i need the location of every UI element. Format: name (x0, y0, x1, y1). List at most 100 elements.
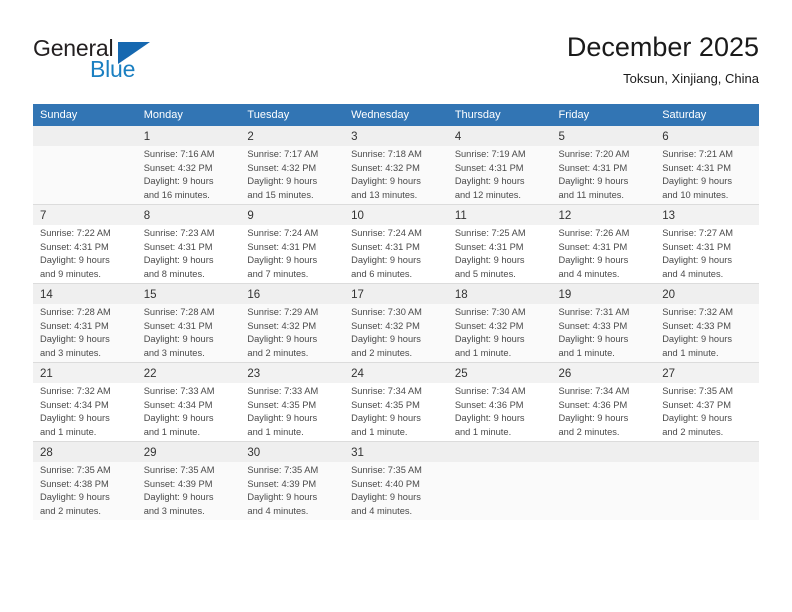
sunrise-text: Sunrise: 7:26 AM (558, 228, 630, 238)
sunset-text: Sunset: 4:38 PM (40, 478, 109, 489)
day-cell-inner: 31 Sunrise: 7:35 AM Sunset: 4:40 PM Dayligh… (344, 442, 448, 520)
day-cell-inner: 21 Sunrise: 7:32 AM Sunset: 4:34 PM Dayligh… (33, 363, 137, 441)
sunrise-text: Sunrise: 7:24 AM (351, 228, 422, 238)
calendar-day-cell[interactable]: 1 Sunrise: 7:16 AM Sunset: 4:32 PM Daylight… (136, 126, 241, 204)
daylight-text: Daylight: 9 hours (454, 334, 525, 345)
day-number: 21 (33, 363, 137, 383)
sunset-text: Sunset: 4:33 PM (558, 320, 628, 331)
sunrise-text: Sunrise: 7:18 AM (351, 149, 422, 159)
sunrise-text: Sunrise: 7:27 AM (662, 228, 734, 238)
day-number (33, 126, 137, 146)
sunrise-text: Sunrise: 7:19 AM (454, 149, 526, 159)
day-number: 16 (240, 284, 345, 304)
calendar-day-cell[interactable]: 17 Sunrise: 7:30 AM Sunset: 4:32 PM Dayligh… (344, 284, 448, 362)
daylight-text: and 1 minute. (662, 347, 719, 358)
day-number: 29 (136, 442, 241, 462)
daylight-text: and 2 minutes. (558, 426, 620, 437)
calendar-day-cell[interactable]: 3 Sunrise: 7:18 AM Sunset: 4:32 PM Daylight… (344, 126, 448, 204)
calendar-day-cell[interactable]: 29 Sunrise: 7:35 AM Sunset: 4:39 PM Dayligh… (136, 442, 241, 520)
sunset-text: Sunset: 4:36 PM (558, 399, 628, 410)
calendar-day-cell[interactable]: 2 Sunrise: 7:17 AM Sunset: 4:32 PM Daylight… (240, 126, 345, 204)
day-number: 30 (240, 442, 345, 462)
calendar-day-cell[interactable]: 16 Sunrise: 7:29 AM Sunset: 4:32 PM Dayligh… (240, 284, 345, 362)
sunrise-text: Sunrise: 7:33 AM (143, 386, 215, 396)
calendar-day-cell[interactable]: 9 Sunrise: 7:24 AM Sunset: 4:31 PM Daylight… (240, 205, 345, 283)
day-cell-inner (551, 442, 656, 520)
sunrise-text: Sunrise: 7:23 AM (143, 228, 215, 238)
daylight-text: Daylight: 9 hours (351, 334, 421, 345)
calendar-day-cell[interactable]: 24 Sunrise: 7:34 AM Sunset: 4:35 PM Dayligh… (344, 363, 448, 441)
calendar-day-cell[interactable]: 26 Sunrise: 7:34 AM Sunset: 4:36 PM Dayligh… (551, 363, 656, 441)
daylight-text: Daylight: 9 hours (662, 334, 732, 345)
day-number: 2 (240, 126, 345, 146)
daylight-text: Daylight: 9 hours (454, 255, 525, 266)
daylight-text: and 3 minutes. (40, 347, 101, 358)
day-number: 23 (240, 363, 345, 383)
calendar-day-cell[interactable]: 31 Sunrise: 7:35 AM Sunset: 4:40 PM Dayligh… (344, 442, 448, 520)
day-cell-inner: 3 Sunrise: 7:18 AM Sunset: 4:32 PM Daylight… (344, 126, 448, 204)
sunrise-text: Sunrise: 7:28 AM (40, 307, 111, 317)
day-number: 19 (551, 284, 656, 304)
day-number: 26 (551, 363, 656, 383)
sunset-text: Sunset: 4:31 PM (40, 320, 109, 331)
day-number: 3 (344, 126, 448, 146)
day-sun-info: Sunrise: 7:32 AM Sunset: 4:34 PM Daylight:… (33, 383, 137, 439)
day-sun-info: Sunrise: 7:24 AM Sunset: 4:31 PM Daylight:… (344, 225, 448, 281)
calendar-day-cell[interactable]: 6 Sunrise: 7:21 AM Sunset: 4:31 PM Daylight… (655, 126, 759, 204)
calendar-day-cell[interactable]: 18 Sunrise: 7:30 AM Sunset: 4:32 PM Dayligh… (447, 284, 552, 362)
calendar-day-cell[interactable]: 19 Sunrise: 7:31 AM Sunset: 4:33 PM Dayligh… (551, 284, 656, 362)
calendar-day-cell[interactable]: 15 Sunrise: 7:28 AM Sunset: 4:31 PM Dayligh… (136, 284, 241, 362)
weekday-header-monday: Monday (136, 104, 241, 126)
sunrise-text: Sunrise: 7:21 AM (662, 149, 734, 159)
calendar-day-cell[interactable]: 21 Sunrise: 7:32 AM Sunset: 4:34 PM Dayligh… (33, 363, 137, 441)
general-blue-logo[interactable]: General Blue (33, 35, 213, 85)
day-number: 1 (136, 126, 241, 146)
daylight-text: Daylight: 9 hours (247, 492, 318, 503)
sunset-text: Sunset: 4:32 PM (247, 162, 317, 173)
daylight-text: Daylight: 9 hours (247, 255, 318, 266)
day-cell-inner: 8 Sunrise: 7:23 AM Sunset: 4:31 PM Daylight… (136, 205, 241, 283)
day-number: 24 (344, 363, 448, 383)
day-number: 10 (344, 205, 448, 225)
sunset-text: Sunset: 4:35 PM (247, 399, 317, 410)
day-sun-info: Sunrise: 7:16 AM Sunset: 4:32 PM Daylight:… (137, 146, 241, 202)
calendar-day-cell[interactable]: 22 Sunrise: 7:33 AM Sunset: 4:34 PM Dayligh… (136, 363, 241, 441)
calendar-week-row: 14 Sunrise: 7:28 AM Sunset: 4:31 PM Dayligh… (33, 284, 759, 362)
calendar-day-cell[interactable]: 10 Sunrise: 7:24 AM Sunset: 4:31 PM Dayligh… (344, 205, 448, 283)
calendar-day-cell[interactable]: 20 Sunrise: 7:32 AM Sunset: 4:33 PM Dayligh… (655, 284, 759, 362)
daylight-text: and 13 minutes. (351, 189, 418, 200)
calendar-day-cell[interactable]: 25 Sunrise: 7:34 AM Sunset: 4:36 PM Dayligh… (447, 363, 552, 441)
calendar-day-cell[interactable]: 14 Sunrise: 7:28 AM Sunset: 4:31 PM Dayligh… (33, 284, 137, 362)
day-sun-info: Sunrise: 7:17 AM Sunset: 4:32 PM Daylight:… (240, 146, 344, 202)
calendar-day-cell[interactable]: 8 Sunrise: 7:23 AM Sunset: 4:31 PM Daylight… (136, 205, 241, 283)
calendar-day-cell[interactable]: 7 Sunrise: 7:22 AM Sunset: 4:31 PM Daylight… (33, 205, 137, 283)
daylight-text: and 4 minutes. (247, 505, 309, 516)
calendar-day-cell[interactable]: 13 Sunrise: 7:27 AM Sunset: 4:31 PM Dayligh… (655, 205, 759, 283)
calendar-day-cell[interactable]: 5 Sunrise: 7:20 AM Sunset: 4:31 PM Daylight… (551, 126, 656, 204)
calendar-week-row: 7 Sunrise: 7:22 AM Sunset: 4:31 PM Daylight… (33, 205, 759, 283)
daylight-text: and 1 minute. (143, 426, 201, 437)
daylight-text: and 8 minutes. (143, 268, 205, 279)
day-sun-info: Sunrise: 7:34 AM Sunset: 4:35 PM Daylight:… (344, 383, 448, 439)
sunrise-text: Sunrise: 7:35 AM (247, 465, 319, 475)
daylight-text: Daylight: 9 hours (454, 176, 525, 187)
calendar-day-cell[interactable]: 23 Sunrise: 7:33 AM Sunset: 4:35 PM Dayligh… (240, 363, 345, 441)
calendar-day-cell[interactable]: 27 Sunrise: 7:35 AM Sunset: 4:37 PM Dayligh… (655, 363, 759, 441)
daylight-text: and 6 minutes. (351, 268, 413, 279)
day-cell-inner: 4 Sunrise: 7:19 AM Sunset: 4:31 PM Daylight… (447, 126, 552, 204)
day-number: 5 (551, 126, 656, 146)
day-number: 25 (447, 363, 552, 383)
calendar-day-cell[interactable]: 11 Sunrise: 7:25 AM Sunset: 4:31 PM Dayligh… (447, 205, 552, 283)
day-sun-info: Sunrise: 7:33 AM Sunset: 4:35 PM Daylight:… (240, 383, 344, 439)
calendar-day-cell[interactable]: 28 Sunrise: 7:35 AM Sunset: 4:38 PM Dayligh… (33, 442, 137, 520)
calendar-day-cell[interactable]: 30 Sunrise: 7:35 AM Sunset: 4:39 PM Dayligh… (240, 442, 345, 520)
day-cell-inner: 18 Sunrise: 7:30 AM Sunset: 4:32 PM Dayligh… (447, 284, 552, 362)
day-sun-info: Sunrise: 7:25 AM Sunset: 4:31 PM Daylight:… (448, 225, 552, 281)
daylight-text: Daylight: 9 hours (558, 334, 629, 345)
day-cell-inner: 22 Sunrise: 7:33 AM Sunset: 4:34 PM Dayligh… (136, 363, 241, 441)
daylight-text: and 5 minutes. (454, 268, 516, 279)
sunset-text: Sunset: 4:31 PM (558, 241, 628, 252)
day-cell-inner: 24 Sunrise: 7:34 AM Sunset: 4:35 PM Dayligh… (344, 363, 448, 441)
calendar-day-cell[interactable]: 4 Sunrise: 7:19 AM Sunset: 4:31 PM Daylight… (447, 126, 552, 204)
calendar-day-cell[interactable]: 12 Sunrise: 7:26 AM Sunset: 4:31 PM Dayligh… (551, 205, 656, 283)
